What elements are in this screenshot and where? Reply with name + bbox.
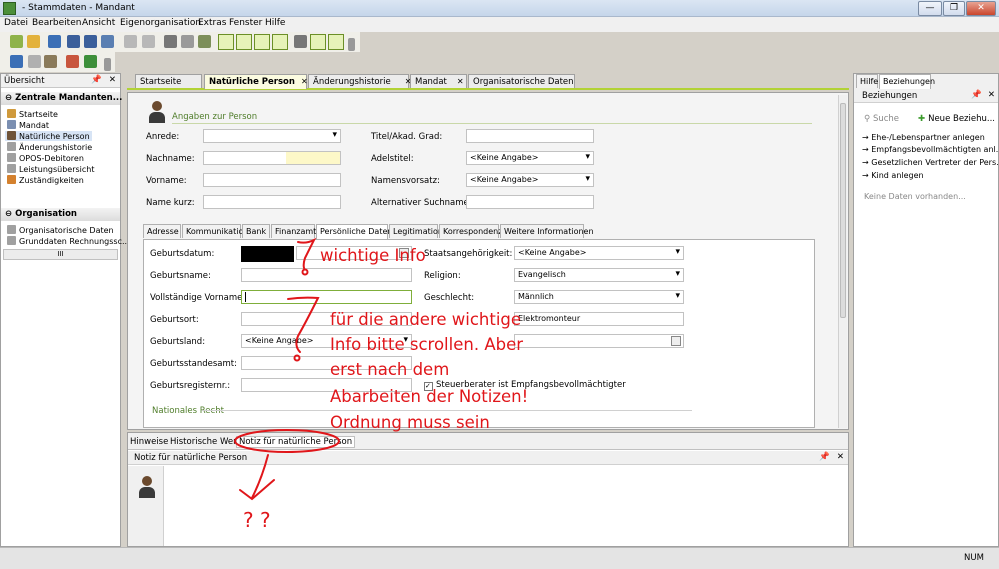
annotation-text: wichtige Info [320,246,426,265]
annotation-text: ? ? [243,508,271,532]
annotation-text: Ordnung muss sein [330,413,490,432]
annotation-mark [297,237,317,269]
annotation-mark [293,354,301,362]
annotation-text: Info bitte scrollen. Aber [330,335,524,354]
annotation-mark [301,268,309,276]
annotation-circle [234,429,340,453]
annotation-text: Abarbeiten der Notizen! [330,387,529,406]
annotation-overlay [234,237,340,501]
annotation-text: für die andere wichtige [330,310,522,329]
annotation-text: erst nach dem [330,360,450,379]
annotation-arrow [239,454,275,501]
annotation-mark [287,296,320,353]
